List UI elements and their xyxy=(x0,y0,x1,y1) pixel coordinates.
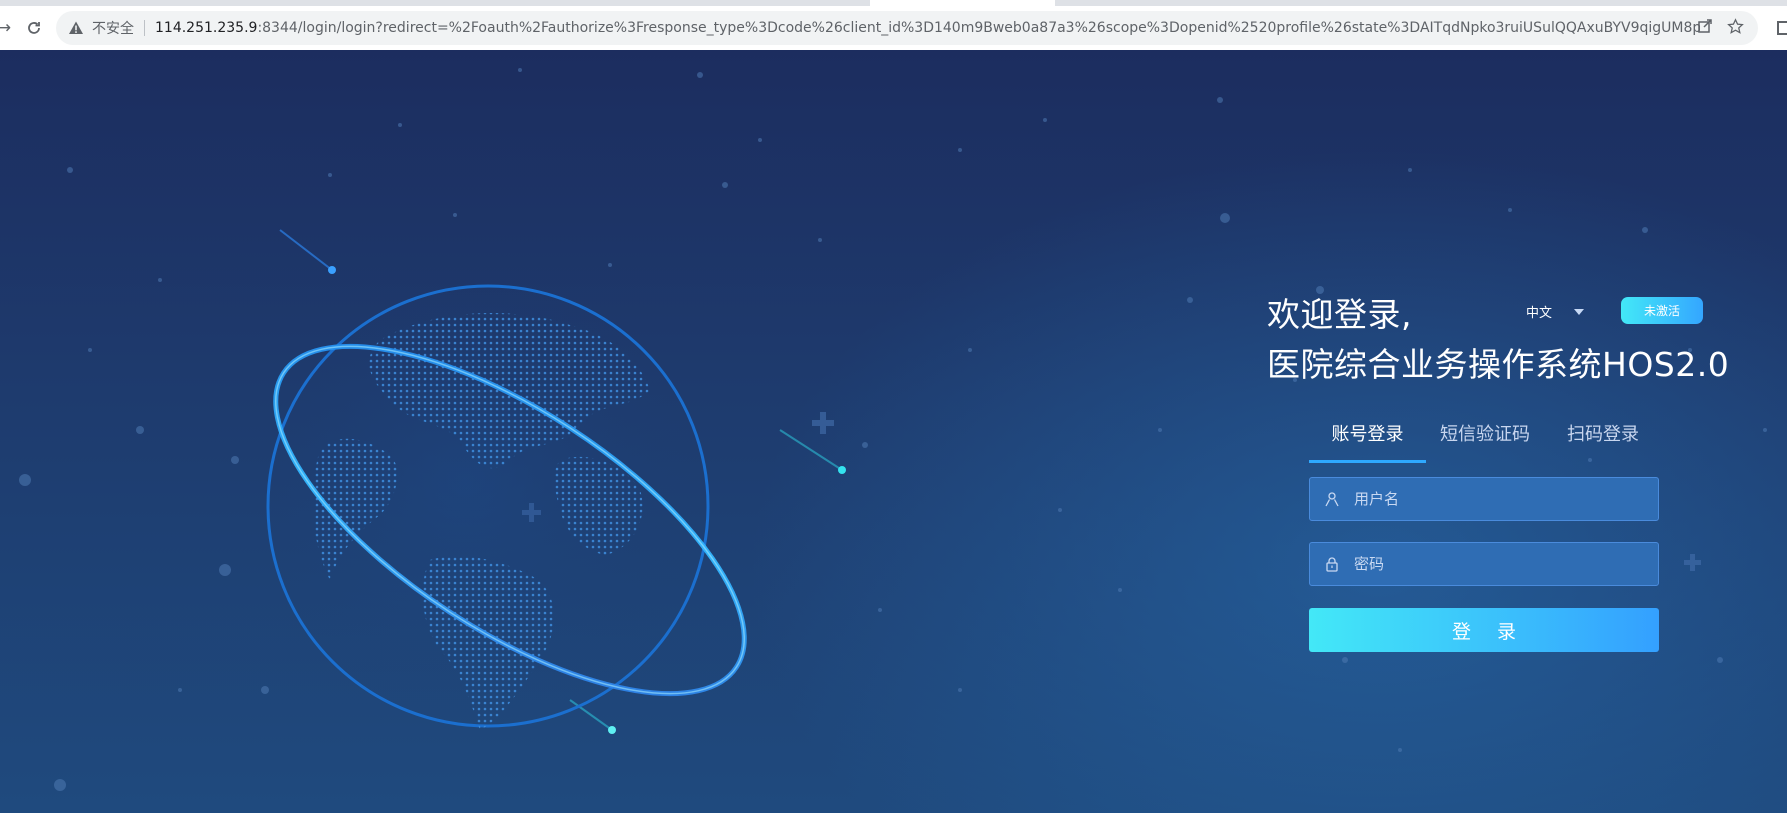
login-button[interactable]: 登 录 xyxy=(1309,608,1659,652)
username-input[interactable] xyxy=(1352,489,1646,509)
browser-toolbar: → 不安全 114.251.235.9:8344/login/login?red… xyxy=(0,0,1787,50)
language-select[interactable]: 中文 xyxy=(1526,302,1585,321)
sidepanel-icon[interactable] xyxy=(1777,21,1787,35)
separator xyxy=(144,20,145,36)
status-badge: 未激活 xyxy=(1621,297,1703,324)
active-tab[interactable] xyxy=(870,0,1055,6)
language-label: 中文 xyxy=(1526,306,1553,321)
bookmark-star-icon[interactable] xyxy=(1727,18,1744,40)
username-field[interactable] xyxy=(1309,477,1659,521)
tab-account-login[interactable]: 账号登录 xyxy=(1309,420,1426,463)
warning-icon[interactable] xyxy=(68,20,84,36)
share-icon[interactable] xyxy=(1697,18,1713,40)
password-input[interactable] xyxy=(1352,554,1646,574)
globe-illustration xyxy=(266,284,747,730)
lock-icon xyxy=(1324,556,1340,572)
tab-sms-code[interactable]: 短信验证码 xyxy=(1426,420,1544,460)
password-field[interactable] xyxy=(1309,542,1659,586)
chevron-down-icon xyxy=(1574,308,1585,315)
login-tabs: 账号登录 短信验证码 扫码登录 xyxy=(1309,420,1662,463)
login-page: 欢迎登录, 医院综合业务操作系统HOS2.0 中文 未激活 账号登录 短信验证码… xyxy=(0,50,1787,813)
user-icon xyxy=(1324,491,1340,507)
insecure-label[interactable]: 不安全 xyxy=(92,18,134,38)
url-text[interactable]: 114.251.235.9:8344/login/login?redirect=… xyxy=(155,20,1700,36)
forward-icon[interactable]: → xyxy=(0,16,16,40)
tab-qr-login[interactable]: 扫码登录 xyxy=(1544,420,1662,460)
reload-icon[interactable] xyxy=(22,16,46,40)
tab-strip xyxy=(0,0,1787,6)
address-bar[interactable]: 不安全 114.251.235.9:8344/login/login?redir… xyxy=(56,11,1758,45)
system-title: 医院综合业务操作系统HOS2.0 xyxy=(1267,345,1730,384)
